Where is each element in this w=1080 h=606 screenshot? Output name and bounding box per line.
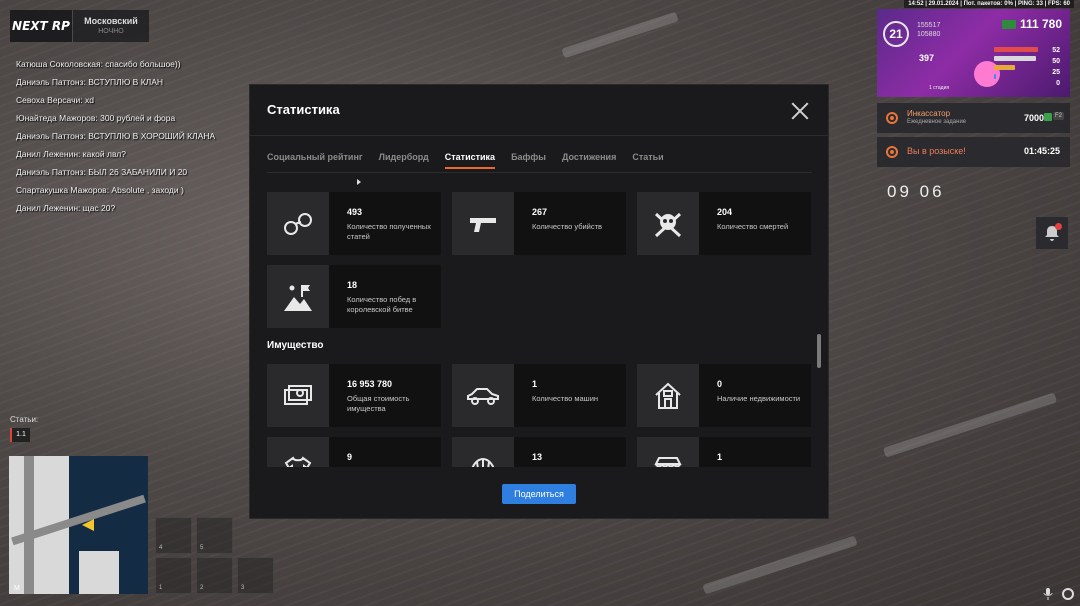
task-subtitle: Ежедневное задание <box>907 119 967 125</box>
stat-card-kills: 267 Количество убийств <box>452 192 626 255</box>
status-bar: 14:52 | 29.01.2024 | Пот. пакетов: 0% | … <box>904 0 1074 8</box>
inventory-slot[interactable]: 1 <box>155 557 192 594</box>
chat-line: Юнайтеда Мажоров: 300 рублей и фора <box>16 113 176 123</box>
stage-label: 1 стадия <box>929 85 950 91</box>
game-logo: NEXT RP <box>10 10 72 42</box>
pistol-icon <box>452 192 514 255</box>
server-badge: Московский НОЧНО <box>73 10 149 42</box>
articles-value: 1.1 <box>10 428 30 442</box>
level-badge: 21 <box>883 21 909 47</box>
stat-card-helmets: 13 <box>452 437 626 467</box>
chat-line: Даниэль Паттонз: ВСТУПЛЮ В КЛАН <box>16 77 164 87</box>
stat-card-property-value: 16 953 780 Общая стоимость имущества <box>267 364 441 427</box>
tab-bar: Социальный рейтинг Лидерборд Статистика … <box>267 152 664 169</box>
chat-line: Даниэль Паттонз: БЫЛ 26 ЗАБАНИЛИ И 20 <box>16 167 188 177</box>
inventory-slot[interactable]: 3 <box>237 557 274 594</box>
stat-bars <box>994 47 1038 83</box>
stat-card-articles: 493 Количество полученных статей <box>267 192 441 255</box>
wanted-icon <box>886 146 898 158</box>
task-icon <box>886 112 898 124</box>
divider <box>250 135 828 136</box>
minimap-label: М <box>14 585 20 592</box>
task-title: Инкассатор <box>907 109 951 118</box>
articles-label: Статьи: <box>10 415 39 424</box>
road-marking <box>702 535 858 595</box>
chat-line: Спартакушка Мажоров: Absolute , заходи ) <box>16 185 184 195</box>
stat-card-clothing: 9 <box>267 437 441 467</box>
divider <box>267 172 812 173</box>
chat-line: Катюша Соколовская: спасибо большое)) <box>16 59 181 69</box>
clothing-icon <box>267 437 329 467</box>
chat-line: Даниэль Паттонз: ВСТУПЛЮ В ХОРОШИЙ КЛАНА <box>16 131 216 141</box>
clock: 09 06 <box>887 182 945 201</box>
road-marking <box>882 392 1058 458</box>
server-name: Московский <box>84 16 138 26</box>
stats-scroll-area[interactable]: 493 Количество полученных статей 267 Кол… <box>267 175 812 467</box>
tab-statistics[interactable]: Статистика <box>444 152 496 169</box>
cash-icon <box>1001 19 1016 29</box>
microphone-icon[interactable] <box>1043 588 1053 600</box>
wanted-status: Вы в розыске! 01:45:25 <box>877 137 1070 167</box>
daily-task[interactable]: Инкассатор Ежедневное задание 7000 F2 <box>877 103 1070 133</box>
money-icon <box>267 364 329 427</box>
task-reward: 7000 <box>1023 113 1044 123</box>
section-title-property: Имущество <box>267 340 324 351</box>
player-marker <box>82 519 94 531</box>
stat-values: 52 50 25 0 <box>1052 47 1060 87</box>
stat-card-cars: 1 Количество машин <box>452 364 626 427</box>
chat-log: Катюша Соколовская: спасибо большое)) Да… <box>16 55 276 217</box>
modal-title: Статистика <box>267 102 340 117</box>
server-sub: НОЧНО <box>98 28 124 35</box>
wanted-timer: 01:45:25 <box>1023 146 1060 156</box>
stat-card-deaths: 204 Количество смертей <box>637 192 811 255</box>
wanted-title: Вы в розыске! <box>907 146 966 156</box>
mouse-cursor <box>357 179 361 185</box>
chat-line: Данил Леженин: какой лвл? <box>16 149 126 159</box>
hotkey-badge: F2 <box>1052 112 1064 120</box>
minimap[interactable]: М <box>9 456 148 594</box>
tab-achievements[interactable]: Достижения <box>562 152 616 169</box>
summit-flag-icon <box>267 265 329 328</box>
player-hud: 21 155517 105880 111 780 397 52 50 25 0 … <box>877 9 1070 97</box>
stat-card-royale-wins: 18 Количество побед в королевской битве <box>267 265 441 328</box>
shop-icon <box>637 437 699 467</box>
chat-line: Данил Леженин: щас 20? <box>16 203 116 213</box>
notifications-button[interactable] <box>1036 217 1068 249</box>
house-icon <box>637 364 699 427</box>
chat-line: Севоха Версачи: xd <box>16 95 94 105</box>
inventory-slot[interactable]: 2 <box>196 557 233 594</box>
armor-value: 397 <box>919 53 935 63</box>
handcuffs-icon <box>267 192 329 255</box>
statistics-modal: Статистика Социальный рейтинг Лидерборд … <box>250 85 828 518</box>
stat-card-real-estate: 0 Наличие недвижимости <box>637 364 811 427</box>
scrollbar[interactable] <box>817 334 821 368</box>
xp-counter: 155517 105880 <box>917 22 941 38</box>
tab-social-rating[interactable]: Социальный рейтинг <box>267 152 363 169</box>
helmet-icon <box>452 437 514 467</box>
road-marking <box>561 11 679 59</box>
notification-badge <box>1055 223 1062 230</box>
stat-card-businesses: 1 <box>637 437 811 467</box>
tab-buffs[interactable]: Баффы <box>511 152 546 169</box>
close-button[interactable] <box>789 100 811 122</box>
tab-articles[interactable]: Статьи <box>632 152 663 169</box>
tab-leaderboard[interactable]: Лидерборд <box>379 152 429 169</box>
cash-icon <box>1044 113 1052 121</box>
car-icon <box>452 364 514 427</box>
skull-crossbones-icon <box>637 192 699 255</box>
inventory-slot[interactable]: 5 <box>196 517 233 554</box>
share-button[interactable]: Поделиться <box>502 484 576 504</box>
radio-icon[interactable] <box>1062 588 1074 600</box>
money-display: 111 780 <box>1001 17 1062 31</box>
inventory-slot[interactable]: 4 <box>155 517 192 554</box>
